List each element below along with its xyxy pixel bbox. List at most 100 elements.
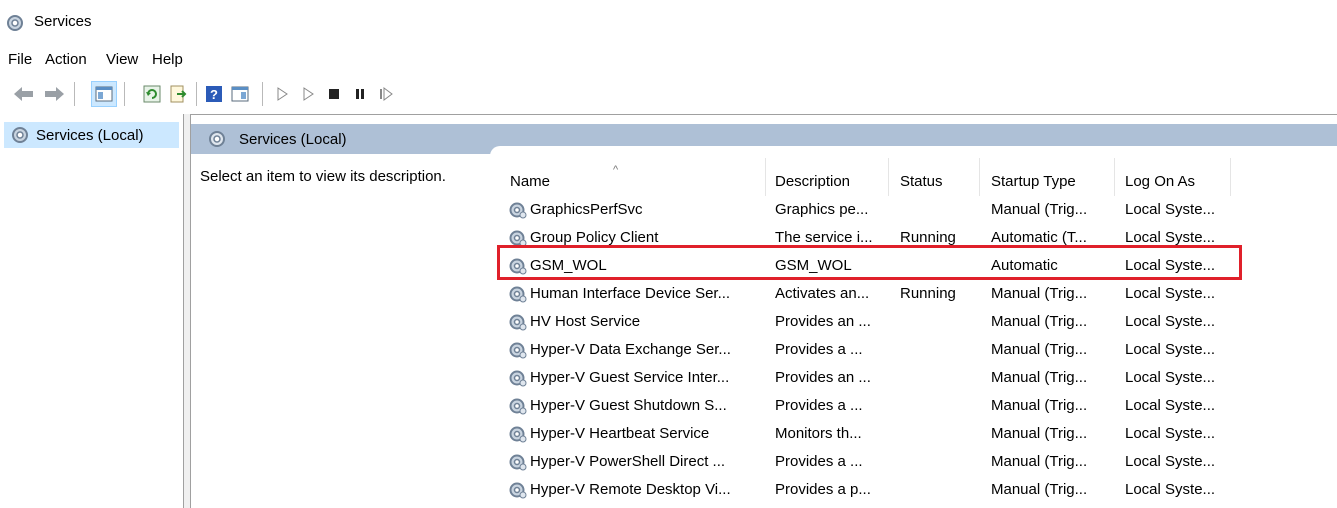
column-header-startup-type[interactable]: Startup Type bbox=[991, 166, 1076, 196]
cell-logon: Local Syste... bbox=[1125, 369, 1216, 386]
service-gear-icon bbox=[509, 426, 527, 443]
help-icon[interactable]: ? bbox=[202, 82, 226, 106]
cell-status: Running bbox=[900, 229, 956, 246]
cell-name: Group Policy Client bbox=[530, 229, 659, 246]
table-row[interactable]: Hyper-V Guest Shutdown S... Provides a ..… bbox=[490, 394, 1337, 418]
cell-logon: Local Syste... bbox=[1125, 453, 1216, 470]
cell-startup: Manual (Trig... bbox=[991, 453, 1088, 470]
cell-name: Human Interface Device Ser... bbox=[530, 285, 731, 302]
menu-file[interactable]: File bbox=[8, 51, 32, 68]
table-row[interactable]: Hyper-V Remote Desktop Vi... Provides a p… bbox=[490, 478, 1337, 502]
start-service-icon[interactable] bbox=[270, 82, 294, 106]
cell-name: Hyper-V Guest Shutdown S... bbox=[530, 397, 727, 414]
service-gear-icon bbox=[509, 314, 527, 331]
cell-logon: Local Syste... bbox=[1125, 425, 1216, 442]
forward-arrow-icon[interactable] bbox=[42, 82, 66, 106]
service-gear-icon bbox=[509, 286, 527, 303]
service-gear-icon bbox=[509, 370, 527, 387]
table-row[interactable]: Hyper-V Guest Service Inter... Provides a… bbox=[490, 366, 1337, 390]
cell-description: Provides a p... bbox=[775, 481, 871, 498]
restart-service-icon[interactable] bbox=[374, 82, 398, 106]
tree-item-label: Services (Local) bbox=[36, 126, 144, 144]
cell-logon: Local Syste... bbox=[1125, 397, 1216, 414]
cell-description: Provides a ... bbox=[775, 453, 863, 470]
service-gear-icon bbox=[509, 482, 527, 499]
cell-startup: Manual (Trig... bbox=[991, 201, 1088, 218]
column-header-description[interactable]: Description bbox=[775, 166, 850, 196]
service-gear-icon bbox=[509, 398, 527, 415]
cell-logon: Local Syste... bbox=[1125, 481, 1216, 498]
services-gear-icon bbox=[12, 127, 28, 143]
cell-description: Activates an... bbox=[775, 285, 870, 302]
cell-description: Graphics pe... bbox=[775, 201, 869, 218]
cell-logon: Local Syste... bbox=[1125, 229, 1216, 246]
cell-logon: Local Syste... bbox=[1125, 285, 1216, 302]
highlight-box bbox=[497, 245, 1242, 280]
table-row[interactable]: GraphicsPerfSvc Graphics pe... Manual (Tri… bbox=[490, 198, 1337, 222]
services-gear-icon bbox=[209, 131, 225, 147]
column-divider[interactable] bbox=[979, 158, 980, 196]
column-divider[interactable] bbox=[1230, 158, 1231, 196]
toolbar: ? bbox=[0, 74, 1337, 112]
column-header-status[interactable]: Status bbox=[900, 166, 943, 196]
export-list-icon[interactable] bbox=[166, 82, 190, 106]
menu-view[interactable]: View bbox=[106, 51, 138, 68]
table-row[interactable]: Human Interface Device Ser... Activates a… bbox=[490, 282, 1337, 306]
cell-description: Provides an ... bbox=[775, 313, 871, 330]
column-divider[interactable] bbox=[765, 158, 766, 196]
cell-startup: Manual (Trig... bbox=[991, 425, 1088, 442]
toolbar-separator bbox=[196, 82, 197, 106]
cell-status: Running bbox=[900, 285, 956, 302]
right-pane-title: Services (Local) bbox=[239, 130, 347, 148]
cell-name: Hyper-V Heartbeat Service bbox=[530, 425, 710, 442]
cell-description: The service i... bbox=[775, 229, 873, 246]
description-prompt: Select an item to view its description. bbox=[200, 168, 446, 185]
table-row[interactable]: Hyper-V PowerShell Direct ... Provides a … bbox=[490, 450, 1337, 474]
table-row[interactable]: Hyper-V Heartbeat Service Monitors th... M… bbox=[490, 422, 1337, 446]
title-bar: Services bbox=[0, 0, 1337, 44]
stop-service-icon[interactable] bbox=[322, 82, 346, 106]
menu-help[interactable]: Help bbox=[152, 51, 183, 68]
back-arrow-icon[interactable] bbox=[12, 82, 36, 106]
refresh-icon[interactable] bbox=[140, 82, 164, 106]
tree-item-services-local[interactable]: Services (Local) bbox=[4, 122, 179, 148]
toolbar-separator bbox=[262, 82, 263, 106]
cell-name: HV Host Service bbox=[530, 313, 641, 330]
cell-name: Hyper-V Data Exchange Ser... bbox=[530, 341, 731, 358]
start-service-alt-icon[interactable] bbox=[296, 82, 320, 106]
pause-service-icon[interactable] bbox=[348, 82, 372, 106]
cell-startup: Manual (Trig... bbox=[991, 397, 1088, 414]
cell-logon: Local Syste... bbox=[1125, 201, 1216, 218]
toolbar-separator bbox=[124, 82, 125, 106]
services-list: ^ Name Description Status Startup Type L… bbox=[490, 146, 1337, 508]
menu-action[interactable]: Action bbox=[45, 51, 87, 68]
cell-description: Monitors th... bbox=[775, 425, 862, 442]
cell-logon: Local Syste... bbox=[1125, 313, 1216, 330]
window-title: Services bbox=[34, 13, 92, 30]
sort-ascending-icon: ^ bbox=[613, 164, 619, 176]
service-gear-icon bbox=[509, 202, 527, 219]
show-hide-console-tree-icon[interactable] bbox=[91, 81, 117, 107]
cell-name: GraphicsPerfSvc bbox=[530, 201, 643, 218]
service-gear-icon bbox=[509, 342, 527, 359]
cell-name: Hyper-V Guest Service Inter... bbox=[530, 369, 730, 386]
cell-startup: Manual (Trig... bbox=[991, 285, 1088, 302]
cell-logon: Local Syste... bbox=[1125, 341, 1216, 358]
column-divider[interactable] bbox=[888, 158, 889, 196]
cell-description: Provides an ... bbox=[775, 369, 871, 386]
column-header-name[interactable]: Name bbox=[510, 166, 550, 196]
properties-icon[interactable] bbox=[228, 82, 252, 106]
pane-splitter[interactable] bbox=[184, 114, 191, 508]
column-header-log-on-as[interactable]: Log On As bbox=[1125, 166, 1195, 196]
cell-startup: Manual (Trig... bbox=[991, 481, 1088, 498]
table-row[interactable]: HV Host Service Provides an ... Manual (Tr… bbox=[490, 310, 1337, 334]
cell-startup: Manual (Trig... bbox=[991, 369, 1088, 386]
cell-startup: Automatic (T... bbox=[991, 229, 1087, 246]
cell-name: Hyper-V PowerShell Direct ... bbox=[530, 453, 726, 470]
svg-text:?: ? bbox=[210, 87, 218, 102]
pane-divider bbox=[0, 114, 1337, 115]
column-divider[interactable] bbox=[1114, 158, 1115, 196]
toolbar-separator bbox=[74, 82, 75, 106]
table-row[interactable]: Hyper-V Data Exchange Ser... Provides a .… bbox=[490, 338, 1337, 362]
menu-bar: File Action View Help bbox=[0, 44, 1337, 72]
